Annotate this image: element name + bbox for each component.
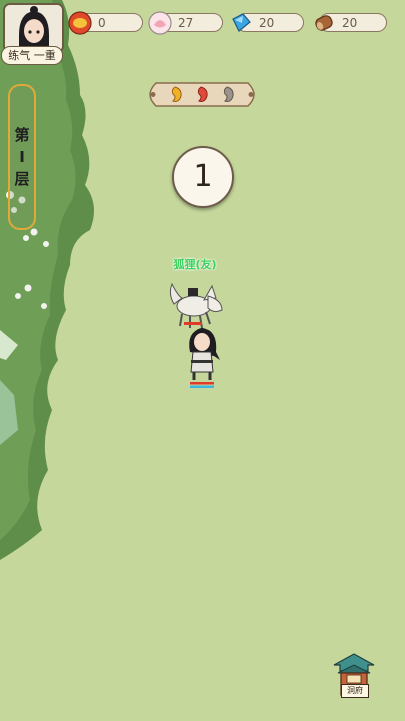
floor-char-3: 层: [14, 170, 30, 188]
floor-char-2: Ⅰ: [19, 148, 25, 166]
peach-icon: [148, 11, 172, 35]
floor-indicator: 第 Ⅰ 层: [8, 84, 36, 230]
gold-counter: 0: [68, 11, 143, 35]
wave-counter: 1: [172, 146, 234, 208]
drop-panel: [149, 82, 255, 107]
rank-badge: 练气 一重: [1, 46, 63, 65]
peach-value: 27: [178, 16, 194, 30]
cave-label: 洞府: [341, 684, 369, 698]
peach-counter: 27: [148, 11, 223, 35]
crystal-value: 20: [259, 16, 275, 30]
gold-value: 0: [98, 16, 106, 30]
crystal-counter: 20: [232, 13, 304, 32]
companion-label: 狐狸(友): [173, 258, 217, 271]
spirit-crystal-icon: [232, 13, 251, 32]
cultivator-portrait-icon: [5, 5, 62, 51]
gold-ingot-icon: [68, 11, 92, 35]
wood-counter: 20: [315, 13, 387, 32]
wood-log-icon: [315, 15, 333, 31]
player-character[interactable]: [180, 320, 226, 388]
floor-char-1: 第: [14, 126, 30, 144]
wood-value: 20: [342, 16, 358, 30]
